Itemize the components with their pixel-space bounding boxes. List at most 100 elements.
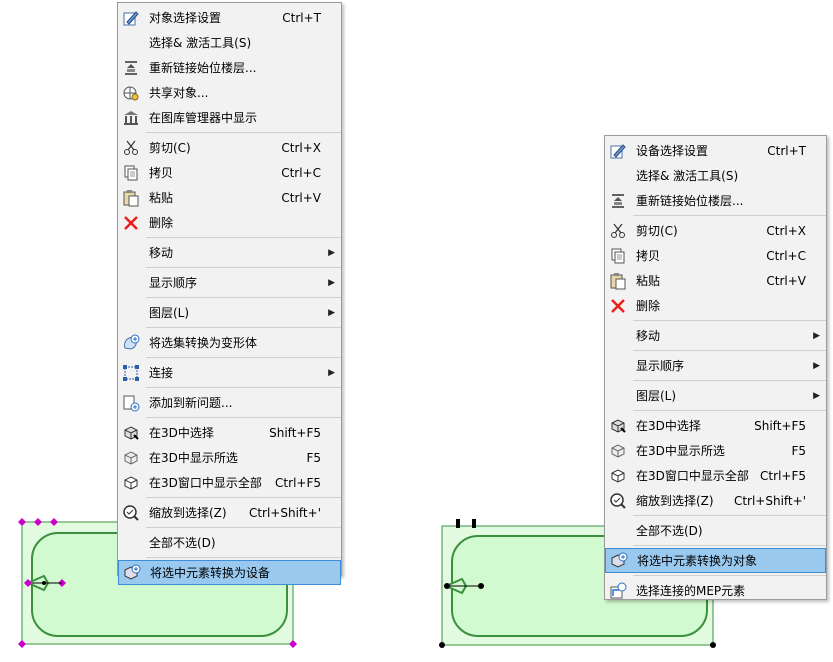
menu-item-label: 在图库管理器中显示	[149, 111, 258, 125]
menu-item-select-activate[interactable]: 选择& 激活工具(S)	[605, 163, 826, 188]
menu-item-paste[interactable]: 粘贴 Ctrl+V	[118, 185, 341, 210]
menu-item-relink-floor[interactable]: 重新链接始位楼层...	[118, 55, 341, 80]
menu-item-eq-settings[interactable]: 设备选择设置 Ctrl+T	[605, 138, 826, 163]
add-issue-icon	[122, 394, 140, 412]
menu-item-shortcut: Shift+F5	[269, 425, 321, 440]
handle-hotspot	[439, 642, 445, 648]
connect-icon	[122, 364, 140, 382]
scissors-icon	[122, 139, 140, 157]
menu-item-shortcut: Shift+F5	[754, 418, 806, 433]
menu-item-delete[interactable]: 删除	[118, 210, 341, 235]
menu-item-display-order[interactable]: 显示顺序 ▶	[118, 270, 341, 295]
menu-separator	[146, 527, 341, 528]
menu-separator	[146, 267, 341, 268]
menu-item-move[interactable]: 移动 ▶	[118, 240, 341, 265]
menu-separator	[633, 545, 826, 546]
menu-item-select-mep[interactable]: 选择连接的MEP元素	[605, 578, 826, 603]
menu-item-layer[interactable]: 图层(L) ▶	[605, 383, 826, 408]
context-menu-equipment: 设备选择设置 Ctrl+T 选择& 激活工具(S) 重新链接始位楼层... 剪切(C) C…	[604, 135, 827, 600]
menu-item-cut[interactable]: 剪切(C) Ctrl+X	[605, 218, 826, 243]
menu-item-label: 粘贴	[636, 274, 661, 288]
menu-item-show-all-3d[interactable]: 在3D窗口中显示全部 Ctrl+F5	[605, 463, 826, 488]
drawing-canvas[interactable]: 对象选择设置 Ctrl+T 选择& 激活工具(S) 重新链接始位楼层... 共享对象..…	[0, 0, 833, 662]
menu-item-label: 在3D中显示所选	[149, 451, 238, 465]
convert-icon	[123, 564, 141, 582]
menu-item-delete[interactable]: 删除	[605, 293, 826, 318]
cube-all-icon	[122, 474, 140, 492]
context-menu-object: 对象选择设置 Ctrl+T 选择& 激活工具(S) 重新链接始位楼层... 共享对象..…	[117, 2, 342, 585]
menu-item-obj-settings[interactable]: 对象选择设置 Ctrl+T	[118, 5, 341, 30]
menu-item-label: 移动	[149, 246, 174, 260]
handle-hotspot	[710, 642, 716, 648]
menu-item-label: 在3D窗口中显示全部	[636, 469, 749, 483]
connector-point	[42, 581, 46, 585]
cube-all-icon	[609, 467, 627, 485]
menu-item-copy[interactable]: 拷贝 Ctrl+C	[118, 160, 341, 185]
menu-separator	[633, 515, 826, 516]
menu-item-paste[interactable]: 粘贴 Ctrl+V	[605, 268, 826, 293]
menu-item-label: 图层(L)	[636, 389, 677, 403]
delete-x-icon	[609, 297, 627, 315]
menu-item-deselect-all[interactable]: 全部不选(D)	[118, 530, 341, 555]
submenu-arrow-icon: ▶	[328, 277, 335, 288]
menu-item-label: 选择连接的MEP元素	[636, 584, 746, 598]
relink-floor-icon	[122, 59, 140, 77]
menu-item-label: 选择& 激活工具(S)	[149, 36, 252, 50]
menu-separator	[146, 557, 341, 558]
submenu-arrow-icon: ▶	[328, 247, 335, 258]
paste-icon	[609, 272, 627, 290]
menu-separator	[146, 497, 341, 498]
menu-item-label: 连接	[149, 366, 174, 380]
menu-item-zoom-selection[interactable]: 缩放到选择(Z) Ctrl+Shift+'	[605, 488, 826, 513]
menu-item-cut[interactable]: 剪切(C) Ctrl+X	[118, 135, 341, 160]
menu-item-label: 设备选择设置	[636, 144, 709, 158]
menu-item-label: 显示顺序	[636, 359, 685, 373]
menu-item-select-3d[interactable]: 在3D中选择 Shift+F5	[118, 420, 341, 445]
menu-separator	[146, 417, 341, 418]
menu-item-select-activate[interactable]: 选择& 激活工具(S)	[118, 30, 341, 55]
copy-icon	[609, 247, 627, 265]
menu-item-morph[interactable]: 将选集转换为变形体	[118, 330, 341, 355]
menu-item-show-all-3d[interactable]: 在3D窗口中显示全部 Ctrl+F5	[118, 470, 341, 495]
menu-separator	[633, 215, 826, 216]
menu-item-relink-floor[interactable]: 重新链接始位楼层...	[605, 188, 826, 213]
convert-icon	[610, 552, 628, 570]
menu-item-select-3d[interactable]: 在3D中选择 Shift+F5	[605, 413, 826, 438]
menu-separator	[633, 575, 826, 576]
mep-icon	[609, 582, 627, 600]
menu-item-shortcut: Ctrl+F5	[760, 468, 806, 483]
menu-item-display-order[interactable]: 显示顺序 ▶	[605, 353, 826, 378]
menu-item-label: 选择& 激活工具(S)	[636, 169, 739, 183]
menu-item-label: 在3D中显示所选	[636, 444, 725, 458]
menu-item-label: 重新链接始位楼层...	[636, 194, 744, 208]
menu-item-convert-object[interactable]: 将选中元素转换为对象	[605, 548, 826, 573]
menu-item-convert-equipment[interactable]: 将选中元素转换为设备	[118, 560, 341, 585]
menu-item-label: 在3D中选择	[149, 426, 214, 440]
pencil-settings-icon	[122, 9, 140, 27]
menu-item-deselect-all[interactable]: 全部不选(D)	[605, 518, 826, 543]
menu-item-show-selected-3d[interactable]: 在3D中显示所选 F5	[118, 445, 341, 470]
menu-item-copy[interactable]: 拷贝 Ctrl+C	[605, 243, 826, 268]
menu-item-shortcut: F5	[791, 443, 806, 458]
menu-item-label: 添加到新问题...	[149, 396, 233, 410]
menu-item-add-issue[interactable]: 添加到新问题...	[118, 390, 341, 415]
menu-item-shortcut: Ctrl+X	[766, 223, 806, 238]
menu-item-layer[interactable]: 图层(L) ▶	[118, 300, 341, 325]
menu-item-zoom-selection[interactable]: 缩放到选择(Z) Ctrl+Shift+'	[118, 500, 341, 525]
menu-separator	[146, 297, 341, 298]
menu-item-move[interactable]: 移动 ▶	[605, 323, 826, 348]
menu-separator	[146, 132, 341, 133]
menu-item-share[interactable]: 共享对象...	[118, 80, 341, 105]
menu-item-label: 粘贴	[149, 191, 174, 205]
cube-show-icon	[609, 442, 627, 460]
menu-separator	[633, 410, 826, 411]
menu-item-label: 共享对象...	[149, 86, 209, 100]
menu-item-shortcut: Ctrl+Shift+'	[248, 505, 321, 520]
menu-item-show-selected-3d[interactable]: 在3D中显示所选 F5	[605, 438, 826, 463]
menu-item-label: 图层(L)	[149, 306, 190, 320]
menu-item-label: 显示顺序	[149, 276, 198, 290]
menu-item-label: 剪切(C)	[149, 141, 191, 155]
menu-item-library[interactable]: 在图库管理器中显示	[118, 105, 341, 130]
menu-item-connect[interactable]: 连接 ▶	[118, 360, 341, 385]
scissors-icon	[609, 222, 627, 240]
